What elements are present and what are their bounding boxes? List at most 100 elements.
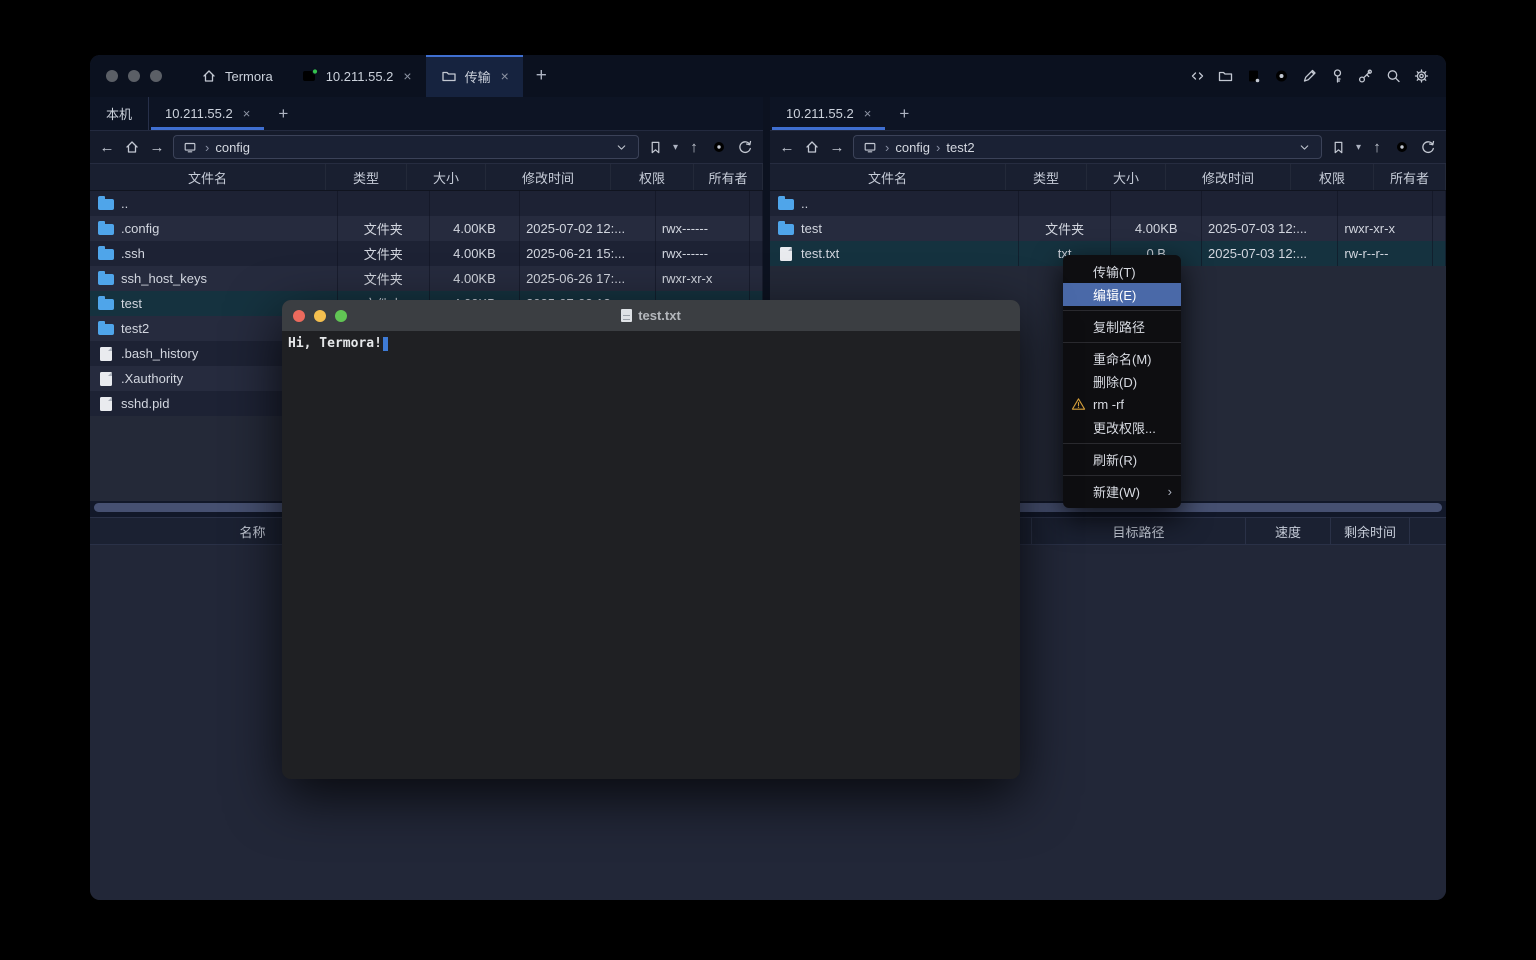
tab-terminal-session[interactable]: 10.211.55.2 × [287, 55, 426, 97]
tab-termora-home[interactable]: Termora [186, 55, 287, 97]
editor-titlebar[interactable]: test.txt [282, 300, 1020, 331]
menu-separator [1063, 310, 1181, 311]
menu-item-rename[interactable]: 重命名(M) [1063, 347, 1181, 370]
maximize-window-button[interactable] [150, 70, 162, 82]
file-name: sshd.pid [121, 396, 169, 411]
back-button[interactable]: ← [99, 139, 115, 156]
file-mtime: 2025-06-21 15:... [520, 241, 656, 266]
file-owner [1433, 216, 1446, 241]
menu-item-change-permissions[interactable]: 更改权限... [1063, 416, 1181, 439]
editor-content[interactable]: Hi, Termora! [282, 331, 1020, 357]
column-header[interactable]: 所有者 [1374, 164, 1446, 190]
pencil-icon[interactable] [1300, 67, 1318, 85]
computer-icon [181, 138, 199, 156]
file-perm [1338, 191, 1433, 216]
home-button[interactable] [803, 138, 821, 156]
folder-icon [98, 249, 114, 260]
menu-item-delete[interactable]: 删除(D) [1063, 370, 1181, 393]
close-tab-icon[interactable]: × [403, 68, 411, 84]
folder-icon[interactable] [1216, 67, 1234, 85]
column-header[interactable]: 大小 [407, 164, 486, 190]
close-tab-icon[interactable]: × [243, 106, 251, 121]
breadcrumb-segment[interactable]: config [895, 140, 930, 155]
tab-label: 10.211.55.2 [786, 106, 854, 121]
table-row[interactable]: .. [770, 191, 1446, 216]
code-icon[interactable] [1188, 67, 1206, 85]
upload-button[interactable]: ↑ [686, 139, 702, 156]
tab-remote-session[interactable]: 10.211.55.2 × [770, 97, 887, 130]
table-row[interactable]: .config 文件夹 4.00KB 2025-07-02 12:... rwx… [90, 216, 763, 241]
menu-item-new[interactable]: 新建(W) › [1063, 480, 1181, 503]
chevron-down-icon[interactable] [1296, 138, 1314, 156]
show-hidden-eye-icon[interactable] [1393, 138, 1411, 156]
refresh-icon[interactable] [736, 138, 754, 156]
record-icon[interactable] [1272, 67, 1290, 85]
bookmark-caret-icon[interactable]: ▾ [673, 142, 678, 153]
close-window-button[interactable] [106, 70, 118, 82]
chevron-down-icon[interactable] [613, 138, 631, 156]
settings-gear-icon[interactable] [1412, 67, 1430, 85]
breadcrumb-segment[interactable]: config [215, 140, 250, 155]
column-header[interactable]: 速度 [1246, 518, 1331, 544]
column-header[interactable]: 权限 [1291, 164, 1374, 190]
tab-remote-session[interactable]: 10.211.55.2 × [149, 97, 266, 130]
home-button[interactable] [123, 138, 141, 156]
maximize-window-button[interactable] [335, 310, 347, 322]
new-tab-button[interactable]: + [523, 55, 560, 97]
show-hidden-eye-icon[interactable] [710, 138, 728, 156]
column-header[interactable]: 类型 [326, 164, 407, 190]
path-combobox[interactable]: › config [173, 135, 639, 159]
column-header[interactable]: 权限 [611, 164, 694, 190]
minimize-window-button[interactable] [128, 70, 140, 82]
column-header[interactable]: 修改时间 [1166, 164, 1291, 190]
menu-item-rm-rf[interactable]: rm -rf [1063, 393, 1181, 416]
file-name: test [121, 296, 142, 311]
menu-item-transfer[interactable]: 传输(T) [1063, 260, 1181, 283]
bookmark-caret-icon[interactable]: ▾ [1356, 142, 1361, 153]
minimize-window-button[interactable] [314, 310, 326, 322]
forward-button[interactable]: → [149, 139, 165, 156]
folder-icon [778, 224, 794, 235]
keychain-icon[interactable] [1356, 67, 1374, 85]
bookmark-icon[interactable] [647, 138, 665, 156]
file-name: .. [121, 196, 128, 211]
column-header[interactable]: 大小 [1087, 164, 1166, 190]
forward-button[interactable]: → [829, 139, 845, 156]
table-row[interactable]: test 文件夹 4.00KB 2025-07-03 12:... rwxr-x… [770, 216, 1446, 241]
path-combobox[interactable]: › config › test2 [853, 135, 1322, 159]
search-icon[interactable] [1384, 67, 1402, 85]
column-header[interactable]: 所有者 [694, 164, 763, 190]
table-row[interactable]: .. [90, 191, 763, 216]
close-tab-icon[interactable]: × [501, 68, 509, 84]
menu-item-copy-path[interactable]: 复制路径 [1063, 315, 1181, 338]
back-button[interactable]: ← [779, 139, 795, 156]
home-icon [200, 67, 218, 85]
close-window-button[interactable] [293, 310, 305, 322]
close-tab-icon[interactable]: × [864, 106, 872, 121]
refresh-icon[interactable] [1419, 138, 1437, 156]
tab-local-machine[interactable]: 本机 [90, 97, 149, 130]
upload-button[interactable]: ↑ [1369, 139, 1385, 156]
folder-icon [98, 324, 114, 335]
column-header[interactable]: 类型 [1006, 164, 1087, 190]
column-header[interactable]: 剩余时间 [1331, 518, 1410, 544]
breadcrumb-chevron-icon: › [205, 140, 209, 155]
breadcrumb-segment[interactable]: test2 [946, 140, 974, 155]
column-header[interactable]: 修改时间 [486, 164, 611, 190]
key-icon[interactable] [1328, 67, 1346, 85]
folder-icon [440, 67, 458, 85]
menu-item-edit[interactable]: 编辑(E) [1063, 283, 1181, 306]
new-tab-button[interactable]: + [266, 97, 300, 130]
new-tab-button[interactable]: + [887, 97, 921, 130]
menu-item-refresh[interactable]: 刷新(R) [1063, 448, 1181, 471]
column-header[interactable]: 文件名 [770, 164, 1006, 190]
table-row[interactable]: .ssh 文件夹 4.00KB 2025-06-21 15:... rwx---… [90, 241, 763, 266]
right-path-toolbar: ← → › config › test2 ▾ ↑ [770, 131, 1446, 163]
column-header[interactable]: 文件名 [90, 164, 326, 190]
column-header[interactable]: 目标路径 [1032, 518, 1246, 544]
file-name: test.txt [801, 246, 839, 261]
table-row[interactable]: ssh_host_keys 文件夹 4.00KB 2025-06-26 17:.… [90, 266, 763, 291]
tab-transfer[interactable]: 传输 × [426, 55, 523, 97]
bookmark-icon[interactable] [1330, 138, 1348, 156]
notes-icon[interactable] [1244, 67, 1262, 85]
